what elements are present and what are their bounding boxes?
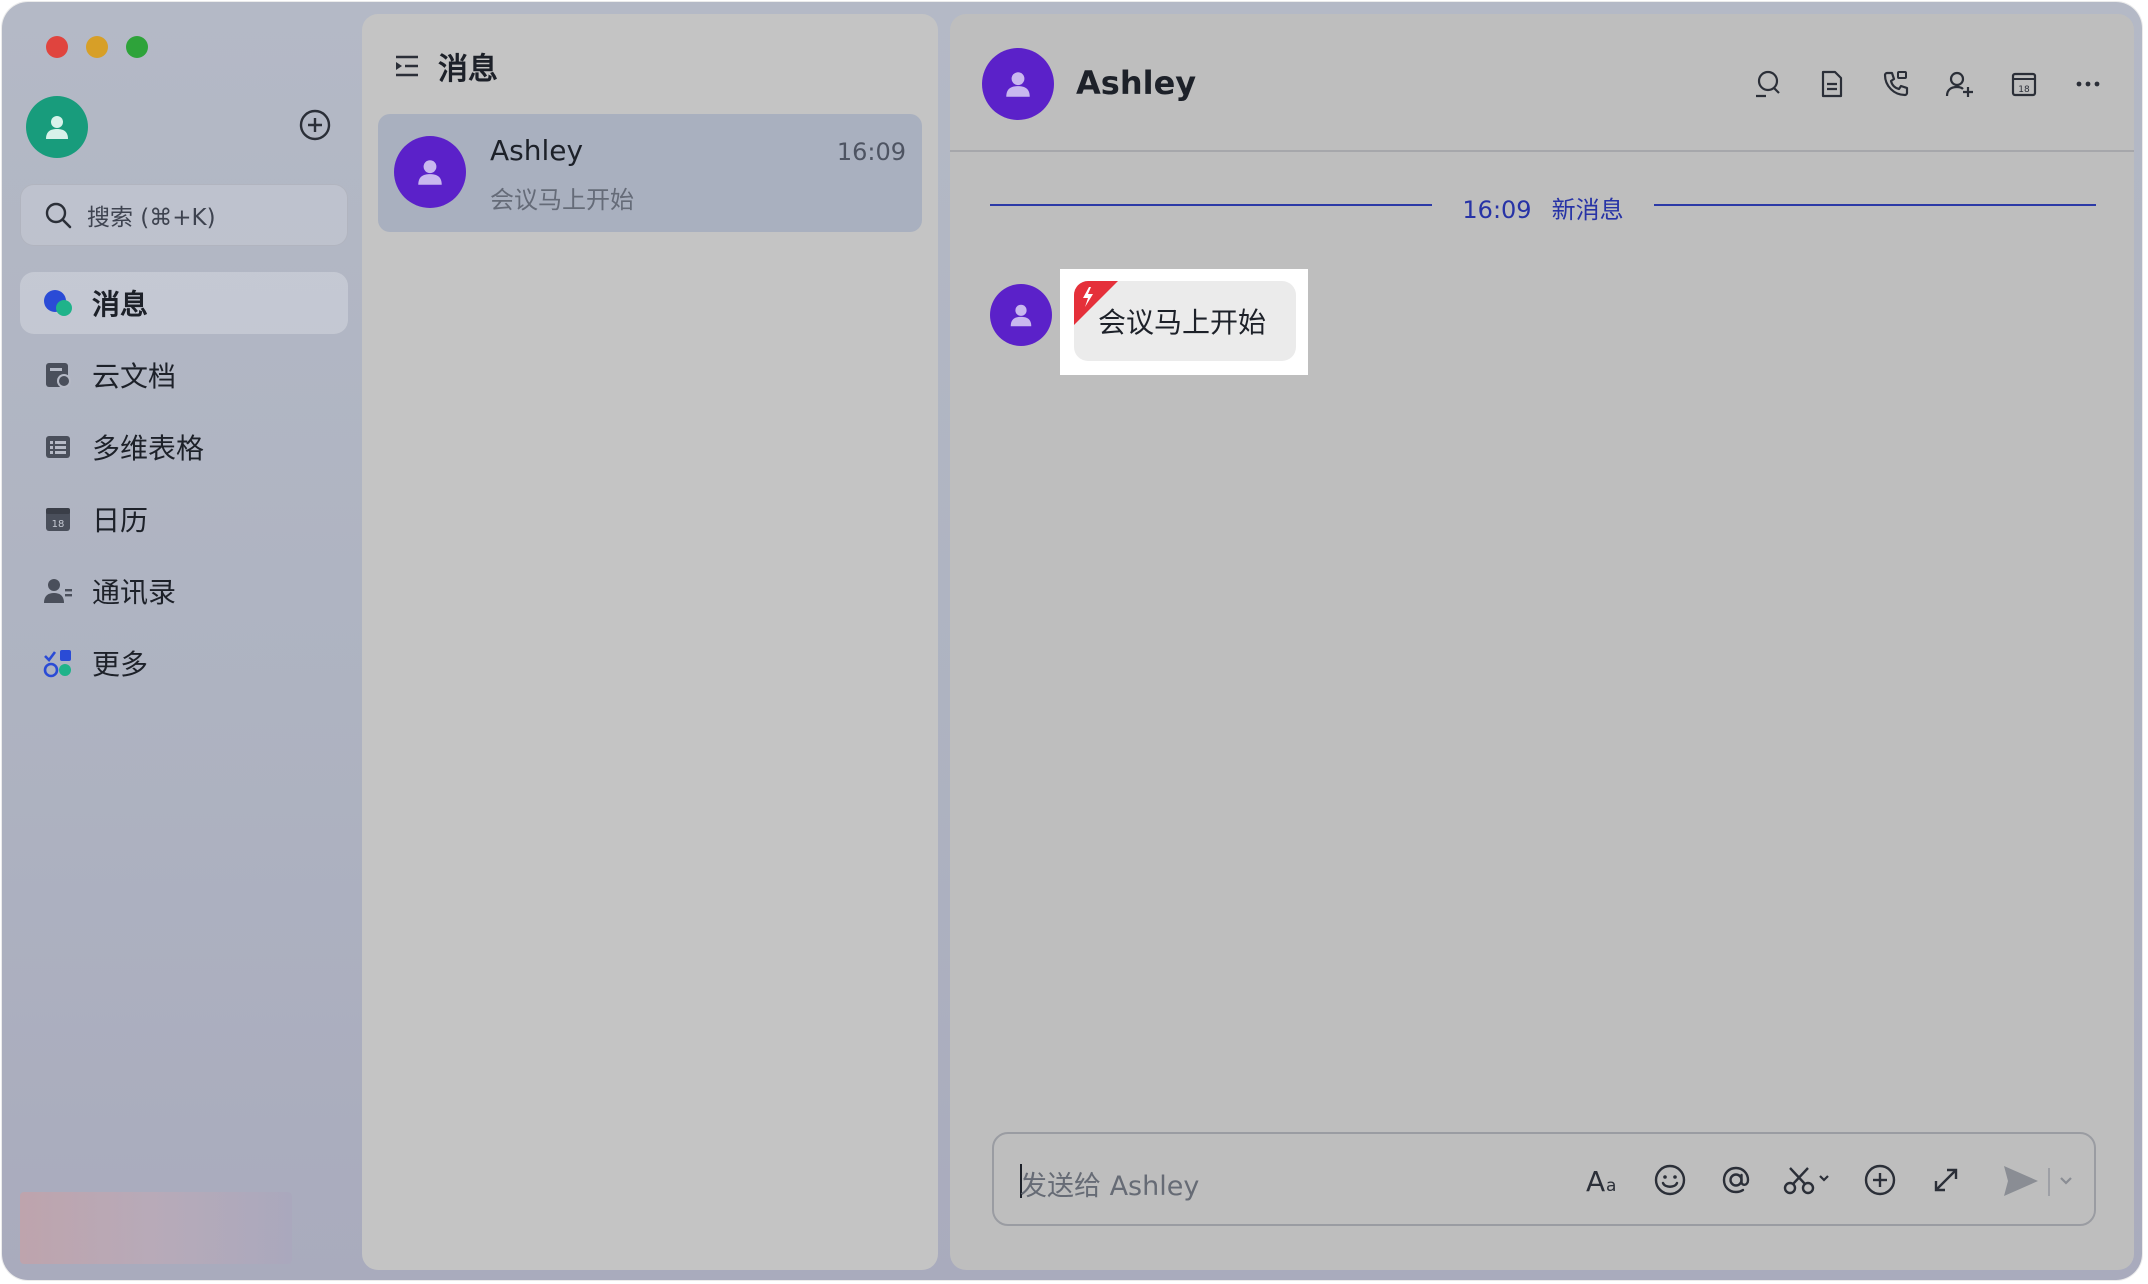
sender-avatar[interactable] <box>990 284 1052 346</box>
add-person-icon <box>1945 71 1973 97</box>
svg-text:18: 18 <box>52 519 65 530</box>
person-icon <box>1006 72 1030 97</box>
divider-time: 16:09 <box>1462 196 1532 224</box>
chat-header: Ashley 18 <box>950 14 2134 152</box>
ellipsis-icon <box>2076 81 2100 87</box>
send-icon <box>2004 1166 2038 1196</box>
sidebar-item-messages[interactable]: 消息 <box>20 272 348 334</box>
search-input[interactable]: 搜索 (⌘+K) <box>20 184 348 246</box>
messages-icon <box>44 290 72 316</box>
message-text: 会议马上开始 <box>1098 306 1267 339</box>
chat-title: Ashley <box>1076 64 1197 102</box>
sidebar-item-label: 通讯录 <box>92 576 177 609</box>
mention-button[interactable] <box>1716 1160 1756 1200</box>
search-placeholder: 搜索 (⌘+K) <box>87 205 216 231</box>
chat-toolbar: 18 <box>1750 66 2106 102</box>
more-options-button[interactable] <box>2070 66 2106 102</box>
maximize-window-button[interactable] <box>126 36 148 58</box>
search-chat-button[interactable] <box>1750 66 1786 102</box>
svg-text:18: 18 <box>2018 85 2030 95</box>
person-icon <box>418 160 442 185</box>
blurred-thumbnail <box>20 1192 292 1264</box>
text-format-icon: A a <box>1586 1165 1616 1198</box>
close-window-button[interactable] <box>46 36 68 58</box>
sidebar-item-calendar[interactable]: 18 日历 <box>20 488 348 550</box>
sidebar-item-label: 日历 <box>92 504 149 537</box>
conversation-name: Ashley <box>490 134 584 167</box>
calendar-button[interactable]: 18 <box>2006 66 2042 102</box>
screenshot-button[interactable] <box>1782 1160 1834 1200</box>
send-button[interactable] <box>2000 1160 2042 1202</box>
add-member-button[interactable] <box>1942 66 1978 102</box>
create-new-button[interactable] <box>298 108 332 142</box>
collapse-sidebar-icon[interactable] <box>392 51 422 81</box>
sidebar-item-label: 云文档 <box>92 360 177 393</box>
contacts-icon <box>44 579 72 603</box>
sidebar-item-label: 更多 <box>92 648 149 681</box>
sidebar-item-more[interactable]: 更多 <box>20 632 348 694</box>
emoji-button[interactable] <box>1650 1160 1690 1200</box>
urgent-flag-icon <box>1074 281 1118 325</box>
scissors-icon <box>1783 1167 1829 1195</box>
sidebar-nav: 消息 云文档 多维表格 18 日历 通讯录 更多 <box>20 272 348 704</box>
more-apps-icon <box>43 650 71 678</box>
svg-text:A: A <box>1586 1165 1605 1198</box>
search-chat-icon <box>1756 70 1780 98</box>
conversation-item[interactable]: Ashley 16:09 会议马上开始 <box>378 114 922 232</box>
plus-circle-icon <box>1864 1164 1896 1196</box>
sidebar-item-contacts[interactable]: 通讯录 <box>20 560 348 622</box>
emoji-icon <box>1654 1164 1686 1196</box>
chat-avatar[interactable] <box>982 48 1054 120</box>
sidebar-item-label: 多维表格 <box>92 432 205 465</box>
conversation-list-header: 消息 <box>392 44 498 88</box>
call-button[interactable] <box>1878 66 1914 102</box>
cloud-docs-icon <box>46 363 71 388</box>
svg-text:a: a <box>1606 1176 1616 1196</box>
conversation-time: 16:09 <box>836 138 906 166</box>
person-icon <box>1010 304 1032 327</box>
conversation-preview: 会议马上开始 <box>490 186 634 214</box>
calendar-icon: 18 <box>2011 72 2037 97</box>
sidebar-item-label: 消息 <box>92 288 149 321</box>
format-text-button[interactable]: A a <box>1584 1160 1624 1200</box>
avatar <box>394 136 466 208</box>
message-highlight: 会议马上开始 <box>1060 269 1308 375</box>
expand-editor-button[interactable] <box>1926 1160 1966 1200</box>
chevron-down-icon <box>2060 1177 2072 1185</box>
search-icon <box>45 202 72 229</box>
person-icon <box>46 116 68 139</box>
at-mention-icon <box>1722 1166 1750 1194</box>
new-messages-divider: 16:09 新消息 <box>990 184 2096 224</box>
input-toolbar: A a <box>1584 1160 1966 1200</box>
base-table-icon <box>46 436 70 458</box>
divider-text: 16:09 新消息 <box>990 190 2096 225</box>
send-divider <box>2048 1168 2050 1196</box>
message-input[interactable]: 发送给 Ashley A a <box>992 1132 2096 1226</box>
attach-more-button[interactable] <box>1860 1160 1900 1200</box>
plus-circle-icon <box>299 109 331 141</box>
sidebar-item-cloud-docs[interactable]: 云文档 <box>20 344 348 406</box>
message-input-placeholder: 发送给 Ashley <box>1020 1171 1200 1202</box>
divider-label: 新消息 <box>1551 196 1624 224</box>
document-icon <box>1821 70 1843 98</box>
chat-docs-button[interactable] <box>1814 66 1850 102</box>
send-options-button[interactable] <box>2054 1168 2078 1192</box>
conversation-list-panel: 消息 Ashley 16:09 会议马上开始 <box>362 14 938 1270</box>
phone-video-icon <box>1883 71 1909 97</box>
user-avatar[interactable] <box>26 96 88 158</box>
conversation-list-title: 消息 <box>438 52 498 87</box>
chat-panel: Ashley 18 16:09 新消息 会议马上开始 发送给 Ashley A … <box>950 14 2134 1270</box>
sidebar-item-base[interactable]: 多维表格 <box>20 416 348 478</box>
expand-icon <box>1934 1168 1958 1192</box>
app-window: 搜索 (⌘+K) 消息 云文档 多维表格 18 日历 通讯录 更多 消息 Ash… <box>2 2 2142 1280</box>
minimize-window-button[interactable] <box>86 36 108 58</box>
calendar-icon: 18 <box>46 508 70 531</box>
